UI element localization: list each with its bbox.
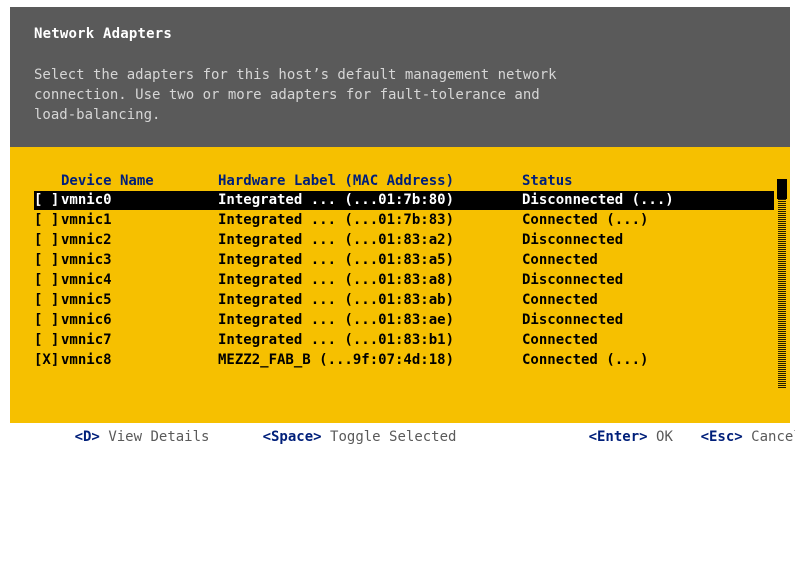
adapter-status: Connected	[522, 332, 598, 348]
adapter-device-name: vmnic0	[61, 192, 112, 208]
adapter-hardware-label: Integrated ... (...01:83:a5)	[218, 252, 455, 268]
cancel-hint[interactable]: <Esc> Cancel	[650, 395, 795, 479]
adapter-row-vmnic0[interactable]: [ ] vmnic0 Integrated ... (...01:7b:80) …	[34, 191, 774, 210]
adapter-status: Disconnected	[522, 272, 624, 288]
cancel-key: <Esc>	[700, 429, 743, 445]
adapter-checkbox[interactable]: [ ]	[34, 311, 59, 330]
adapter-status: Connected (...)	[522, 212, 649, 228]
adapter-row-vmnic8[interactable]: [X] vmnic8 MEZZ2_FAB_B (...9f:07:4d:18) …	[34, 351, 774, 370]
adapter-hardware-label: Integrated ... (...01:7b:83)	[218, 212, 455, 228]
adapter-row-vmnic6[interactable]: [ ] vmnic6 Integrated ... (...01:83:ae) …	[34, 311, 774, 330]
adapter-status: Connected (...)	[522, 352, 649, 368]
adapter-hardware-label: MEZZ2_FAB_B (...9f:07:4d:18)	[218, 352, 455, 368]
adapter-checkbox[interactable]: [ ]	[34, 331, 59, 350]
dialog-title: Network Adapters	[34, 26, 173, 42]
column-header-status: Status	[522, 173, 573, 189]
toggle-selected-hint[interactable]: <Space> Toggle Selected	[212, 395, 457, 479]
adapter-checkbox[interactable]: [ ]	[34, 211, 59, 230]
adapter-status: Connected	[522, 292, 598, 308]
adapter-status: Connected	[522, 252, 598, 268]
adapter-device-name: vmnic3	[61, 252, 112, 268]
list-scrollbar[interactable]	[778, 180, 786, 388]
dialog-description: Select the adapters for this host’s defa…	[34, 67, 557, 123]
network-adapters-dialog: Network Adapters Select the adapters for…	[10, 7, 795, 445]
adapter-row-vmnic3[interactable]: [ ] vmnic3 Integrated ... (...01:83:a5) …	[34, 251, 774, 270]
adapter-checkbox[interactable]: [ ]	[34, 251, 59, 270]
view-details-label: View Details	[108, 429, 210, 445]
scrollbar-thumb[interactable]	[777, 179, 787, 199]
adapter-hardware-label: Integrated ... (...01:83:ae)	[218, 312, 455, 328]
ok-key: <Enter>	[588, 429, 648, 445]
column-header-hardware-label: Hardware Label (MAC Address)	[218, 173, 455, 189]
column-header-device-name: Device Name	[61, 173, 154, 189]
adapter-row-vmnic5[interactable]: [ ] vmnic5 Integrated ... (...01:83:ab) …	[34, 291, 774, 310]
adapter-checkbox[interactable]: [X]	[34, 351, 59, 370]
adapter-checkbox[interactable]: [ ]	[34, 231, 59, 250]
dialog-header: Network Adapters Select the adapters for…	[10, 7, 790, 147]
cancel-label: Cancel	[751, 429, 795, 445]
adapter-row-vmnic4[interactable]: [ ] vmnic4 Integrated ... (...01:83:a8) …	[34, 271, 774, 290]
adapter-list-panel: Device Name Hardware Label (MAC Address)…	[10, 147, 790, 423]
adapter-hardware-label: Integrated ... (...01:83:b1)	[218, 332, 455, 348]
adapter-device-name: vmnic4	[61, 272, 112, 288]
table-header: Device Name Hardware Label (MAC Address)…	[34, 172, 774, 191]
key-hints-bar: <D> View Details <Space> Toggle Selected…	[10, 395, 795, 445]
adapter-checkbox[interactable]: [ ]	[34, 291, 59, 310]
adapter-hardware-label: Integrated ... (...01:83:a2)	[218, 232, 455, 248]
toggle-selected-label: Toggle Selected	[330, 429, 457, 445]
adapter-checkbox[interactable]: [ ]	[34, 191, 59, 210]
toggle-selected-key: <Space>	[262, 429, 322, 445]
adapter-hardware-label: Integrated ... (...01:83:a8)	[218, 272, 455, 288]
adapter-device-name: vmnic5	[61, 292, 112, 308]
adapter-device-name: vmnic2	[61, 232, 112, 248]
view-details-key: <D>	[74, 429, 100, 445]
adapter-device-name: vmnic7	[61, 332, 112, 348]
adapter-checkbox[interactable]: [ ]	[34, 271, 59, 290]
adapter-device-name: vmnic1	[61, 212, 112, 228]
adapter-device-name: vmnic8	[61, 352, 112, 368]
adapter-status: Disconnected	[522, 232, 624, 248]
adapter-hardware-label: Integrated ... (...01:7b:80)	[218, 192, 455, 208]
adapter-row-vmnic2[interactable]: [ ] vmnic2 Integrated ... (...01:83:a2) …	[34, 231, 774, 250]
adapter-row-vmnic7[interactable]: [ ] vmnic7 Integrated ... (...01:83:b1) …	[34, 331, 774, 350]
adapter-row-vmnic1[interactable]: [ ] vmnic1 Integrated ... (...01:7b:83) …	[34, 211, 774, 230]
adapter-hardware-label: Integrated ... (...01:83:ab)	[218, 292, 455, 308]
adapter-status: Disconnected	[522, 312, 624, 328]
adapter-device-name: vmnic6	[61, 312, 112, 328]
view-details-hint[interactable]: <D> View Details	[24, 395, 210, 479]
adapter-status: Disconnected (...)	[522, 192, 674, 208]
